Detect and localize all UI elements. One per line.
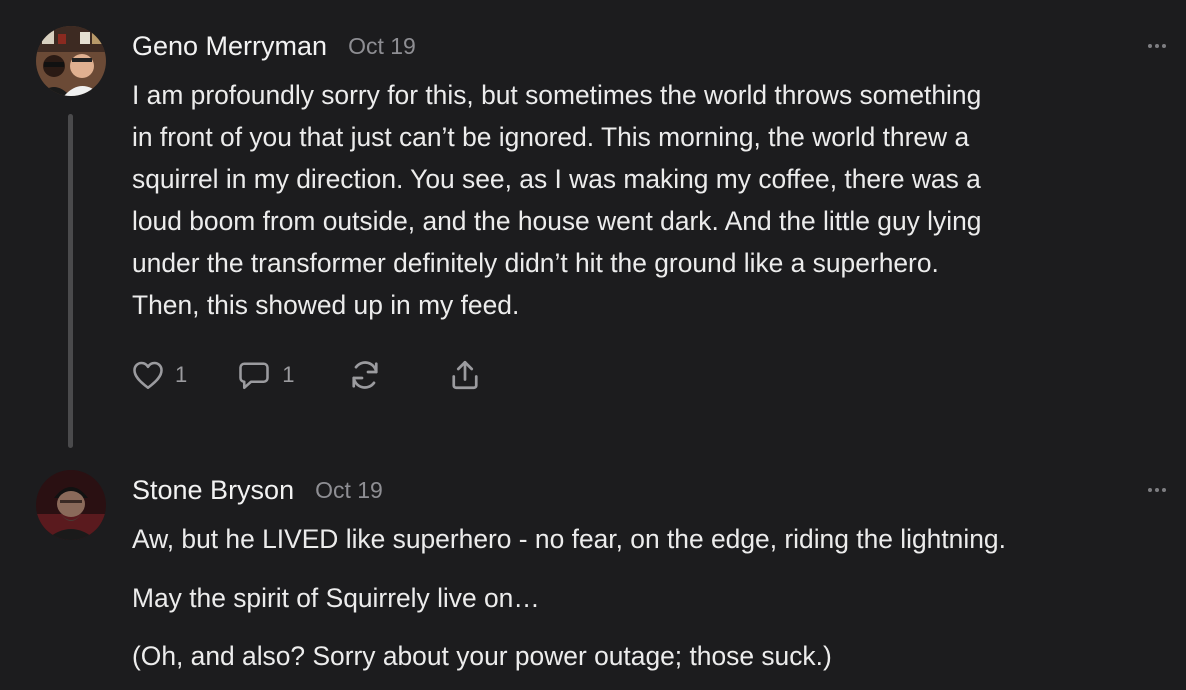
reply-button[interactable]: 1: [235, 357, 295, 393]
user-photo-avatar-icon: [36, 26, 106, 96]
like-button[interactable]: 1: [130, 357, 187, 393]
comment-line: I am profoundly sorry for this, but some…: [132, 80, 982, 110]
restack-button[interactable]: [347, 357, 383, 393]
comment-body: I am profoundly sorry for this, but some…: [132, 74, 981, 326]
share-icon: [451, 360, 478, 390]
like-count: 1: [175, 362, 188, 387]
comment-paragraph: (Oh, and also? Sorry about your power ou…: [132, 641, 832, 671]
comment-header: Geno Merryman Oct 19: [132, 26, 416, 66]
more-options-button[interactable]: [1148, 26, 1166, 66]
comment-date[interactable]: Oct 19: [315, 477, 383, 504]
comment-line: in front of you that just can’t be ignor…: [132, 122, 970, 152]
restack-icon: [351, 361, 378, 389]
share-button[interactable]: [447, 357, 483, 393]
author-name[interactable]: Stone Bryson: [132, 475, 294, 506]
comment-actions: 1 1: [130, 355, 483, 395]
ellipsis-icon: [1148, 488, 1152, 492]
comment-line: Then, this showed up in my feed.: [132, 290, 520, 320]
reply-count: 1: [282, 362, 295, 387]
user-photo-avatar-icon: [36, 470, 106, 540]
comment-paragraph: Aw, but he LIVED like superhero - no fea…: [132, 524, 1006, 554]
thread-line: [68, 114, 73, 448]
avatar[interactable]: [36, 470, 106, 540]
comment-line: under the transformer definitely didn’t …: [132, 248, 939, 278]
comment-line: squirrel in my direction. You see, as I …: [132, 164, 981, 194]
comment-paragraph: May the spirit of Squirrely live on…: [132, 583, 540, 613]
ellipsis-icon: [1148, 44, 1152, 48]
comment-bubble-icon: [239, 362, 270, 390]
comment-header: Stone Bryson Oct 19: [132, 470, 383, 510]
author-name[interactable]: Geno Merryman: [132, 31, 327, 62]
comment-line: loud boom from outside, and the house we…: [132, 206, 982, 236]
more-options-button[interactable]: [1148, 470, 1166, 510]
comment-date[interactable]: Oct 19: [348, 33, 416, 60]
avatar[interactable]: [36, 26, 106, 96]
heart-icon: [133, 361, 163, 390]
comment: Stone Bryson Oct 19 Aw, but he LIVED lik…: [0, 460, 1186, 690]
comment: Geno Merryman Oct 19 I am profoundly sor…: [0, 0, 1186, 460]
